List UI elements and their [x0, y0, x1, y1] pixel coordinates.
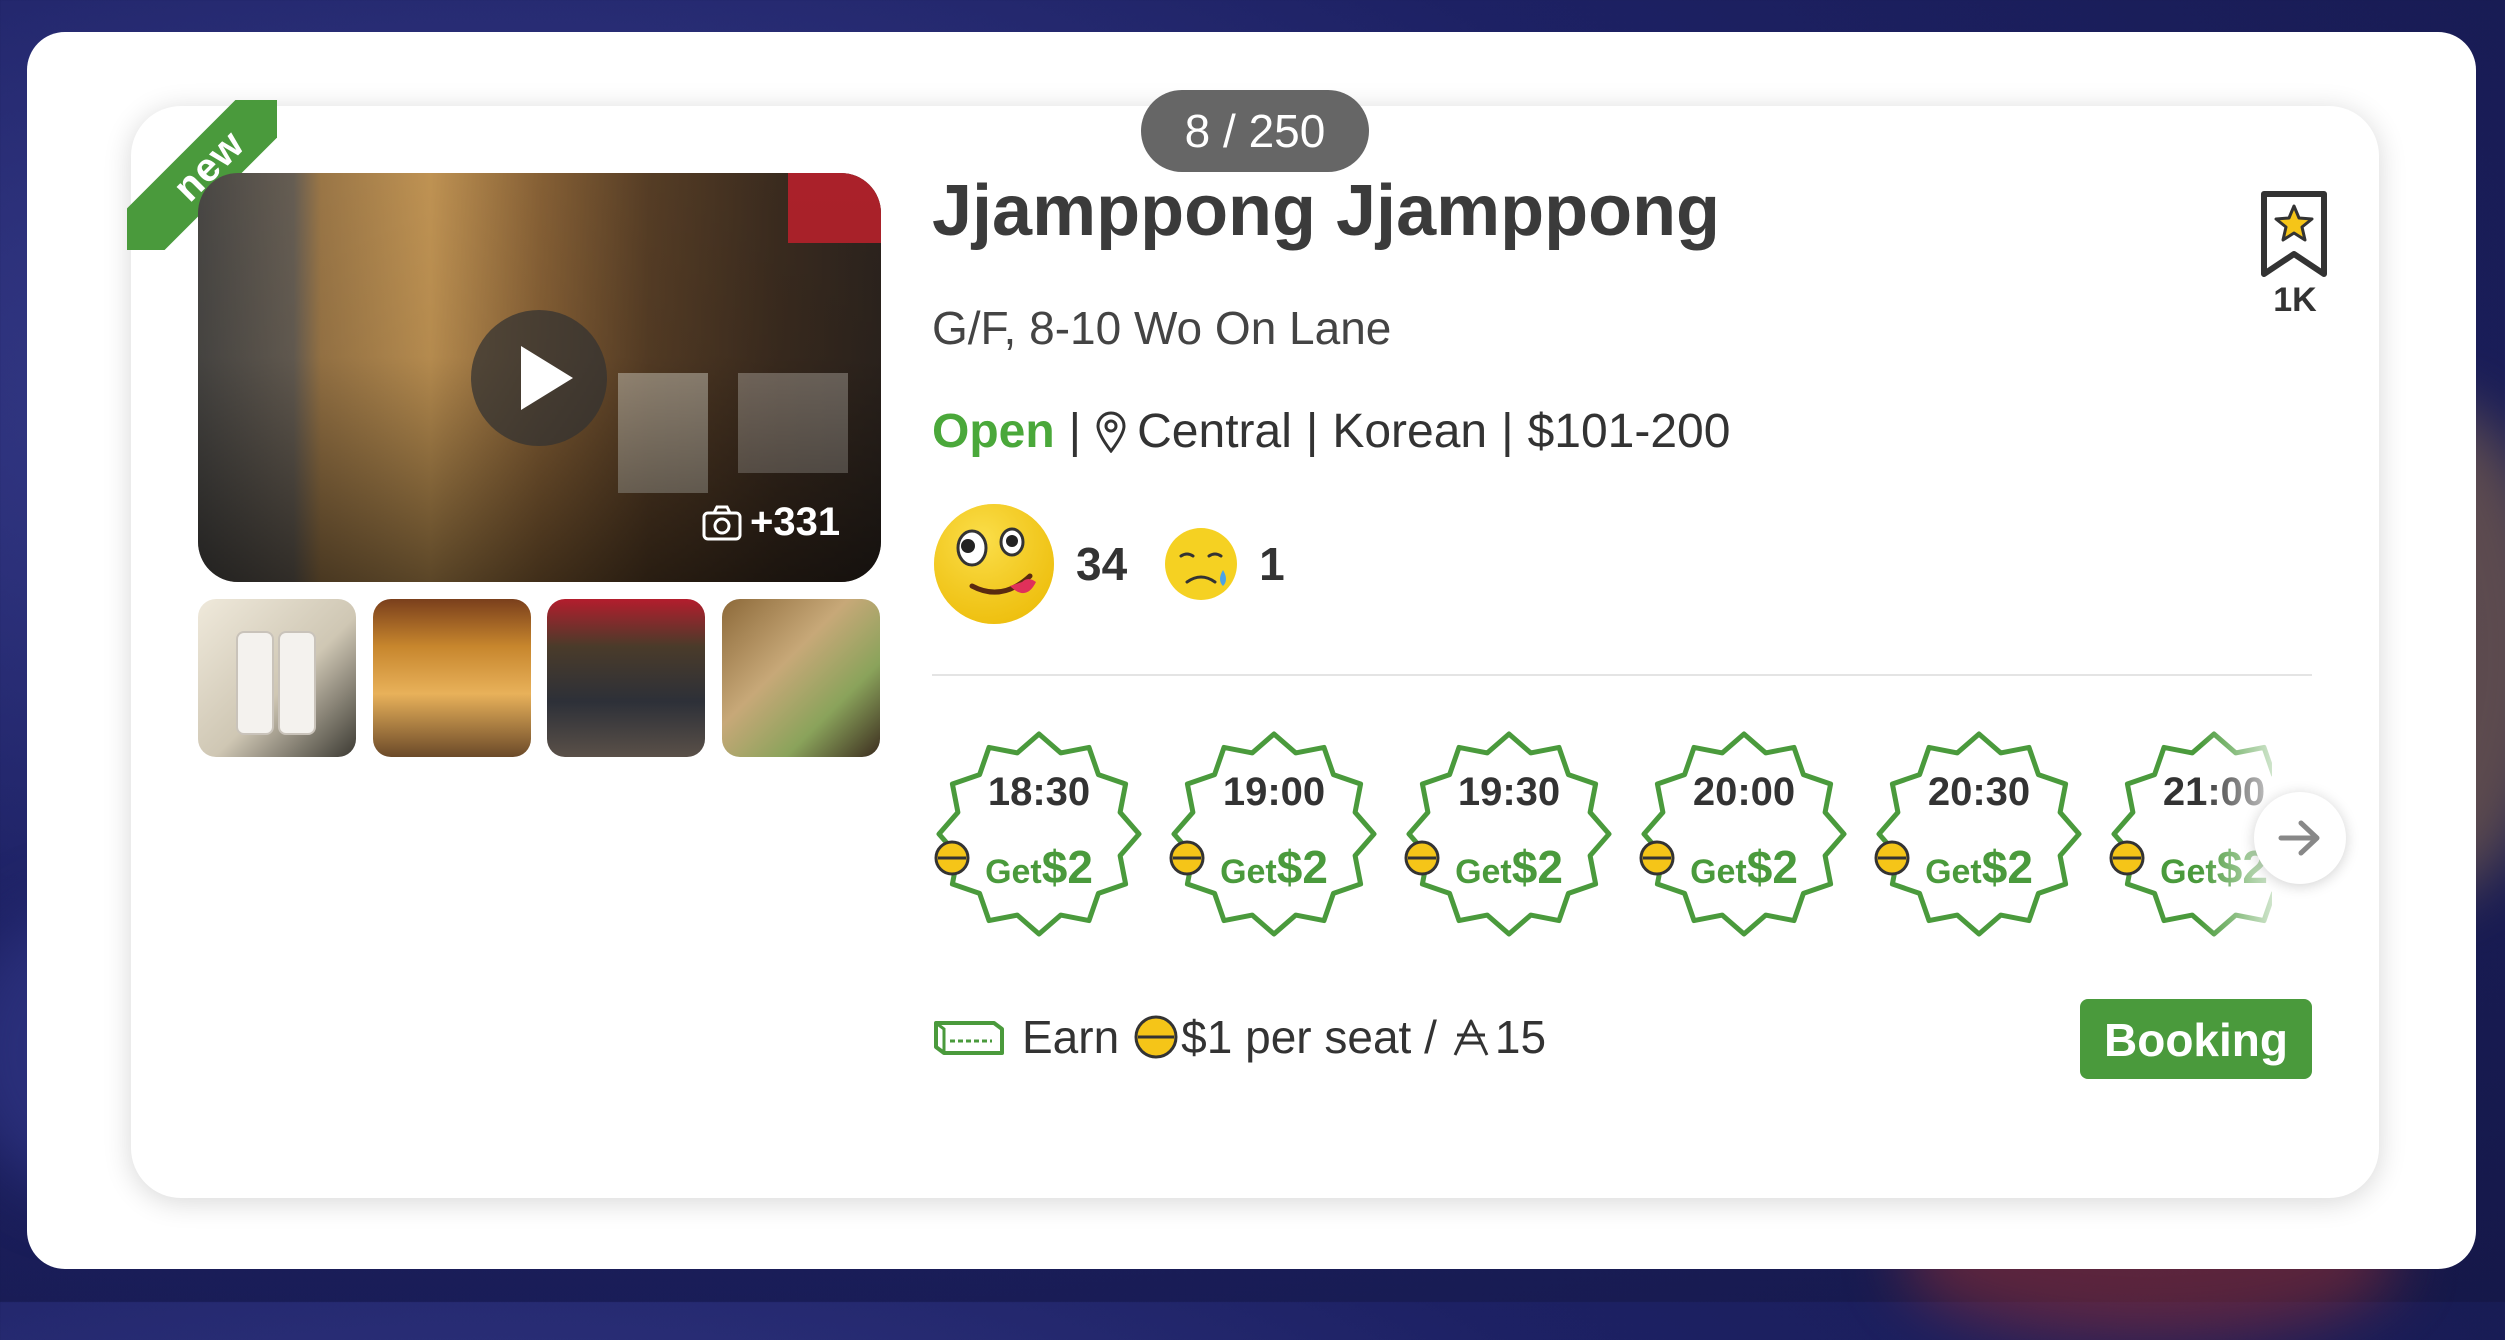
restaurant-meta: Open | Central | Korean | $101-200 — [932, 404, 1731, 459]
timeslot-get-label: Get — [1690, 853, 1747, 891]
timeslot-time: 20:00 — [1692, 770, 1796, 814]
timeslot-time: 19:00 — [1222, 770, 1326, 814]
district[interactable]: Central — [1137, 404, 1292, 459]
coin-icon — [1404, 840, 1440, 876]
cuisine[interactable]: Korean — [1332, 404, 1487, 459]
restaurant-name[interactable]: Jjamppong Jjamppong — [932, 170, 1720, 252]
coin-icon — [1169, 840, 1205, 876]
location-pin-icon — [1096, 411, 1126, 453]
photo-thumbnail[interactable] — [722, 599, 880, 757]
photo-count[interactable]: +331 — [702, 500, 840, 545]
booking-button[interactable]: Booking — [2080, 999, 2312, 1079]
earn-label: Earn — [1022, 1011, 1120, 1063]
photo-thumbnail[interactable] — [373, 599, 531, 757]
bookmark-star-icon[interactable] — [2258, 190, 2330, 278]
points-icon — [1453, 1019, 1489, 1056]
timeslot-button[interactable]: 18:30 Get $2 — [932, 728, 1146, 940]
smile-count: 34 — [1076, 538, 1128, 590]
timeslot-get-label: Get — [1925, 853, 1982, 891]
open-status: Open — [932, 405, 1055, 458]
restaurant-address: G/F, 8-10 Wo On Lane — [932, 302, 1392, 354]
bookmark-count: 1K — [2273, 281, 2317, 319]
cry-count: 1 — [1259, 538, 1285, 590]
next-arrow-button[interactable] — [2254, 792, 2346, 884]
timeslot-get-label: Get — [1220, 853, 1277, 891]
cry-emoji-icon — [1165, 528, 1238, 600]
photo-thumbnail[interactable] — [198, 599, 356, 757]
timeslot-amount: $2 — [1746, 841, 1798, 893]
timeslot-time: 20:30 — [1927, 770, 2031, 814]
timeslot-button[interactable]: 19:00 Get $2 — [1167, 728, 1381, 940]
timeslot-amount: $2 — [1276, 841, 1328, 893]
coin-icon — [934, 840, 970, 876]
timeslot-amount: $2 — [1981, 841, 2033, 893]
timeslot-get-label: Get — [985, 853, 1042, 891]
coin-icon — [2109, 840, 2145, 876]
ratings: 34 1 — [932, 502, 1285, 626]
photo-thumbnail[interactable] — [547, 599, 705, 757]
timeslot-carousel: 18:30 Get $2 19:00 Get $2 19:30 Get $2 20:0… — [932, 728, 2272, 940]
arrow-right-icon — [2278, 820, 2320, 856]
earn-points: 15 — [1494, 1011, 1547, 1063]
timeslot-button[interactable]: 19:30 Get $2 — [1402, 728, 1616, 940]
reserved-tag-icon — [934, 1021, 1004, 1055]
smile-emoji-icon — [934, 504, 1054, 624]
divider — [932, 674, 2312, 676]
photo-count-label: +331 — [750, 500, 841, 544]
earn-info: Earn $1 per seat / 15 — [932, 1010, 1546, 1064]
coin-icon — [1639, 840, 1675, 876]
result-counter: 8 / 250 — [1141, 90, 1369, 172]
timeslot-get-label: Get — [1455, 853, 1512, 891]
earn-amount: $1 per seat / — [1181, 1011, 1437, 1063]
timeslot-time: 18:30 — [987, 770, 1091, 814]
coin-icon — [1134, 1015, 1178, 1059]
timeslot-time: 19:30 — [1457, 770, 1561, 814]
timeslot-amount: $2 — [1511, 841, 1563, 893]
price-range[interactable]: $101-200 — [1528, 404, 1731, 459]
timeslot-button[interactable]: 20:30 Get $2 — [1872, 728, 2086, 940]
camera-icon — [702, 505, 742, 540]
timeslot-amount: $2 — [1041, 841, 1093, 893]
coin-icon — [1874, 840, 1910, 876]
play-icon[interactable] — [471, 310, 607, 446]
timeslot-button[interactable]: 20:00 Get $2 — [1637, 728, 1851, 940]
